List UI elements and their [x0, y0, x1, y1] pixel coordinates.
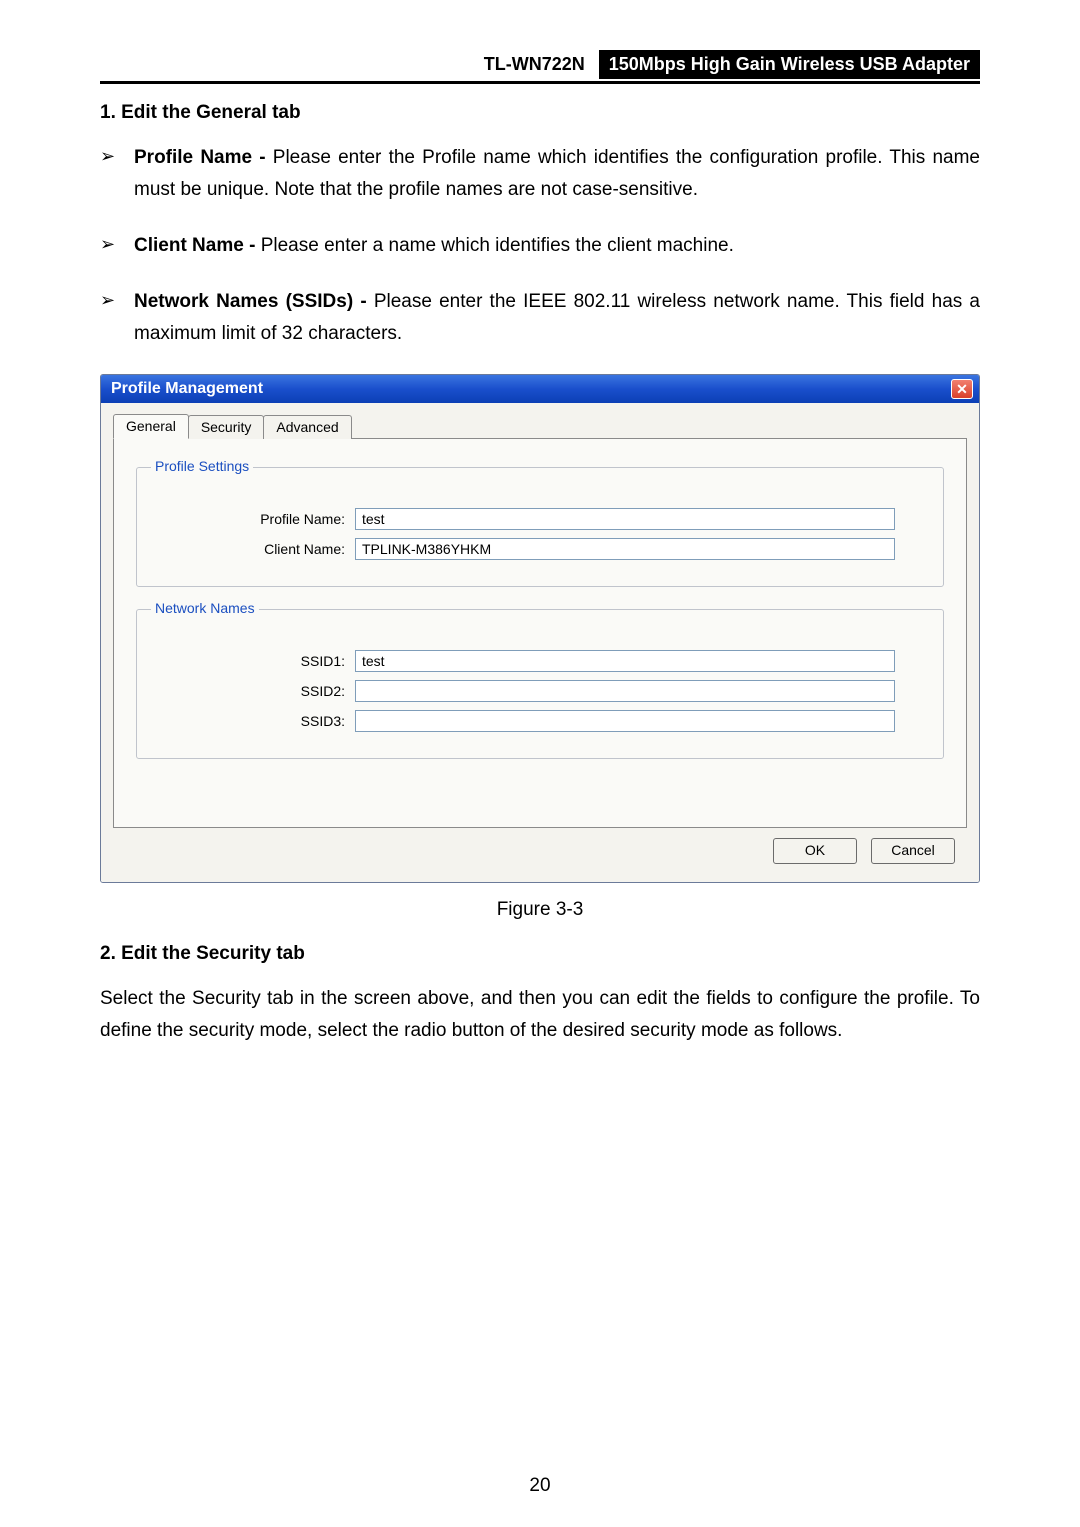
- close-button[interactable]: ✕: [951, 379, 973, 399]
- bullet-arrow-icon: ➢: [100, 230, 134, 262]
- header-description: 150Mbps High Gain Wireless USB Adapter: [599, 50, 980, 79]
- label-client-name: Client Name:: [155, 541, 355, 557]
- page-header: TL-WN722N 150Mbps High Gain Wireless USB…: [100, 50, 980, 84]
- bullet-label: Client Name -: [134, 235, 255, 256]
- bullet-client-name: ➢ Client Name - Please enter a name whic…: [100, 230, 980, 262]
- bullet-profile-name: ➢ Profile Name - Please enter the Profil…: [100, 142, 980, 206]
- fieldset-profile-settings: Profile Settings Profile Name: Client Na…: [136, 467, 944, 587]
- bullet-label: Profile Name -: [134, 147, 266, 168]
- dialog-title: Profile Management: [111, 380, 263, 398]
- bullet-text: Client Name - Please enter a name which …: [134, 230, 980, 262]
- dialog-titlebar: Profile Management ✕: [101, 375, 979, 403]
- cancel-button[interactable]: Cancel: [871, 838, 955, 864]
- tab-general[interactable]: General: [113, 414, 189, 439]
- header-model: TL-WN722N: [480, 50, 599, 79]
- bullet-body: Please enter a name which identifies the…: [255, 235, 733, 256]
- section-title-2: 2. Edit the Security tab: [100, 943, 980, 965]
- label-ssid1: SSID1:: [155, 653, 355, 669]
- figure-caption: Figure 3-3: [100, 899, 980, 921]
- bullet-arrow-icon: ➢: [100, 142, 134, 206]
- legend-profile-settings: Profile Settings: [151, 458, 253, 474]
- bullet-text: Network Names (SSIDs) - Please enter the…: [134, 286, 980, 350]
- bullet-network-names: ➢ Network Names (SSIDs) - Please enter t…: [100, 286, 980, 350]
- label-ssid3: SSID3:: [155, 713, 355, 729]
- tab-content-general: Profile Settings Profile Name: Client Na…: [113, 438, 967, 828]
- profile-name-input[interactable]: [355, 508, 895, 530]
- label-profile-name: Profile Name:: [155, 511, 355, 527]
- ok-button[interactable]: OK: [773, 838, 857, 864]
- bullet-arrow-icon: ➢: [100, 286, 134, 350]
- fieldset-network-names: Network Names SSID1: SSID2: SSID3:: [136, 609, 944, 759]
- bullet-text: Profile Name - Please enter the Profile …: [134, 142, 980, 206]
- close-icon: ✕: [956, 381, 968, 398]
- tab-advanced[interactable]: Advanced: [263, 415, 351, 439]
- section2-paragraph: Select the Security tab in the screen ab…: [100, 983, 980, 1047]
- profile-management-dialog: Profile Management ✕ General Security Ad…: [100, 374, 980, 883]
- tabs-row: General Security Advanced: [113, 413, 967, 439]
- legend-network-names: Network Names: [151, 600, 259, 616]
- client-name-input[interactable]: [355, 538, 895, 560]
- bullet-label: Network Names (SSIDs) -: [134, 291, 367, 312]
- ssid1-input[interactable]: [355, 650, 895, 672]
- label-ssid2: SSID2:: [155, 683, 355, 699]
- page-number: 20: [0, 1475, 1080, 1497]
- ssid2-input[interactable]: [355, 680, 895, 702]
- tab-security[interactable]: Security: [188, 415, 265, 439]
- section-title-1: 1. Edit the General tab: [100, 102, 980, 124]
- ssid3-input[interactable]: [355, 710, 895, 732]
